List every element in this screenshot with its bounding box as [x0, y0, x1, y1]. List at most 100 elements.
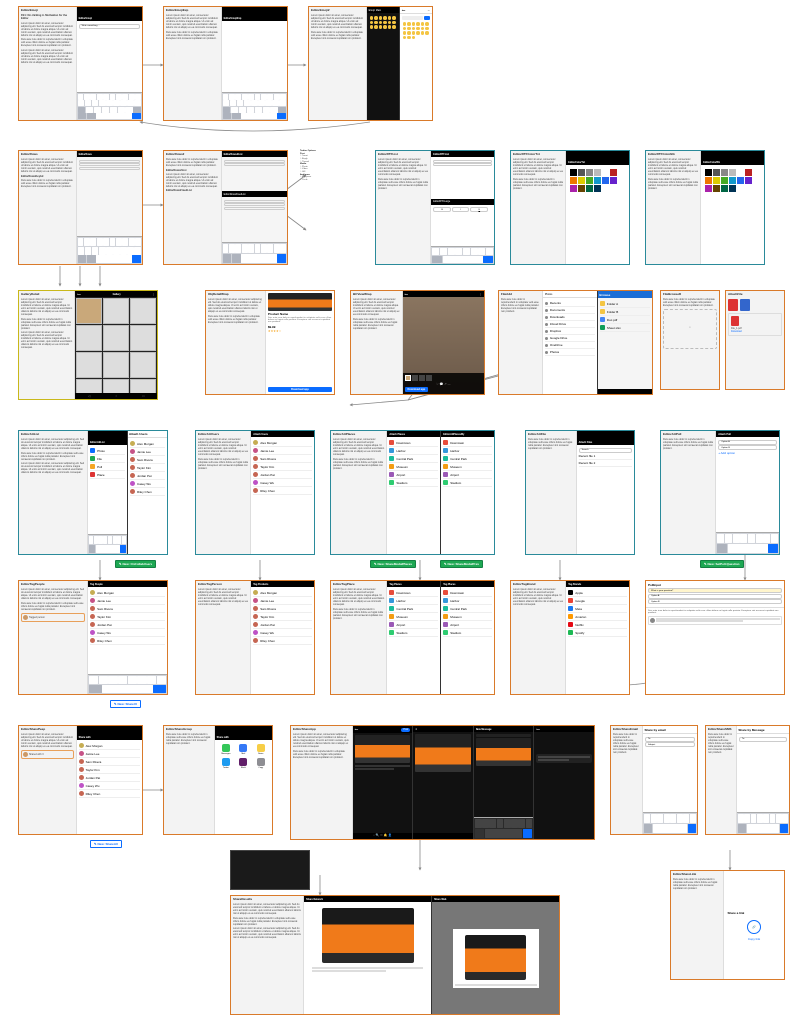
node-editor-att-poll[interactable]: EditorAttPoll Duis aute irure dolor in r… — [660, 430, 780, 555]
place-list[interactable]: DowntownHarborCentral ParkMuseumAirportS… — [387, 437, 440, 554]
list-item[interactable]: Downtown — [389, 589, 438, 597]
swatch[interactable] — [578, 185, 585, 192]
list-item[interactable]: Jamie Lee — [130, 448, 165, 456]
swatch[interactable] — [586, 169, 593, 176]
user-list[interactable]: Alex MorganJamie LeeSam RiveraTaylor Kim… — [128, 438, 167, 554]
share-app[interactable]: Notes — [254, 744, 268, 755]
download-button[interactable]: Download app — [268, 387, 332, 392]
node-editor-tag-people[interactable]: EditorTagPeople Lorem ipsum dolor sit am… — [18, 580, 168, 695]
swatch[interactable] — [729, 177, 736, 184]
list-item[interactable]: Riley Chen — [253, 637, 312, 645]
list-item[interactable]: Central Park — [389, 455, 438, 463]
place-list[interactable]: DowntownHarborCentral ParkMuseumAirportS… — [441, 437, 494, 554]
poll-option[interactable]: Option A — [718, 440, 777, 445]
node-share-results[interactable]: ShareResults Lorem ipsum dolor sit amet,… — [230, 895, 560, 1015]
node-share-app[interactable]: EditorShareApp Lorem ipsum dolor sit ame… — [290, 725, 595, 840]
brand-list[interactable]: AppleGoogleMetaAmazonNetflixSpotify — [566, 587, 629, 694]
node-share-peep[interactable]: EditorSharePeep Lorem ipsum dolor sit am… — [18, 725, 143, 835]
share-app[interactable]: Copy — [254, 758, 268, 769]
swatch[interactable] — [713, 169, 720, 176]
node-editor-emoji[interactable]: EditorEmoji FE1: On clicking A. Motivati… — [18, 6, 143, 121]
list-item[interactable]: Netflix — [568, 621, 627, 629]
list-item[interactable]: Casey Wu — [253, 479, 312, 487]
gallery-grid[interactable] — [75, 297, 157, 393]
list-item[interactable]: Stadium — [443, 629, 492, 637]
list-item[interactable]: Google — [568, 597, 627, 605]
node-editor-att-file[interactable]: EditorAttFile Duis aute irure dolor in r… — [525, 430, 635, 555]
user-list[interactable]: Alex MorganJamie LeeSam RiveraTaylor Kim… — [251, 437, 314, 554]
keyboard[interactable] — [222, 242, 287, 264]
list-item[interactable]: Documents — [545, 307, 595, 314]
list-item[interactable]: Airport — [389, 471, 438, 479]
list-item[interactable]: Sam Rivera — [253, 455, 312, 463]
list-item[interactable]: Jordan Pat — [130, 472, 165, 480]
node-editor-emoji-2[interactable]: EditorEmoji2 Lorem ipsum dolor sit amet,… — [308, 6, 433, 121]
option-item[interactable]: ○ Circle — [300, 179, 360, 182]
keyboard[interactable] — [222, 92, 287, 120]
swatch[interactable] — [610, 169, 617, 176]
node-editor-att-list[interactable]: EditorAttList Lorem ipsum dolor sit amet… — [18, 430, 168, 555]
android-nav[interactable]: ◁○□ — [75, 393, 157, 399]
att-options[interactable]: Photo File Poll Place — [88, 445, 127, 534]
list-item[interactable]: Alex Morgan — [253, 589, 312, 597]
poll-option[interactable]: Option B — [718, 445, 777, 450]
chip[interactable]: Shared with 3 — [21, 750, 74, 759]
swatch[interactable] — [570, 185, 577, 192]
dropzone[interactable]: ⬆ — [663, 309, 717, 349]
swatch[interactable] — [745, 169, 752, 176]
list-item[interactable]: Downtown — [443, 589, 492, 597]
tag-new-prev[interactable]: New: ShareModalPrev — [440, 560, 483, 568]
list-item[interactable]: Taylor Kim — [253, 463, 312, 471]
node-share-link[interactable]: EditorShareLink Duis aute irure dolor in… — [670, 870, 785, 980]
list-item[interactable]: Sam Rivera — [79, 758, 140, 766]
list-item[interactable]: Jamie Lee — [79, 750, 140, 758]
list-item[interactable]: Downloads — [545, 314, 595, 321]
keyboard[interactable] — [77, 236, 142, 264]
swatch[interactable] — [610, 177, 617, 184]
list-item[interactable]: Sam Rivera — [130, 456, 165, 464]
poll-option[interactable]: Option A — [648, 594, 782, 599]
color-swatches[interactable] — [568, 167, 627, 194]
node-editor-rtf-list[interactable]: EditorRTFList Lorem ipsum dolor sit amet… — [375, 150, 495, 265]
list-item[interactable]: Casey Wu — [130, 480, 165, 488]
swatch[interactable] — [721, 185, 728, 192]
list-item[interactable]: Alex Morgan — [79, 742, 140, 750]
list-item[interactable]: Alex Morgan — [90, 589, 165, 597]
att-item[interactable]: Place — [90, 471, 125, 479]
keyboard[interactable] — [737, 812, 789, 834]
list-item[interactable]: iCloud Drive — [545, 321, 595, 328]
swatch[interactable] — [721, 177, 728, 184]
add-option[interactable]: + Add option — [718, 451, 777, 455]
list-item[interactable]: OneDrive — [545, 342, 595, 349]
node-editor-rows[interactable]: EditorRows Lorem ipsum dolor sit amet, c… — [18, 150, 143, 265]
tag-new-share-ui[interactable]: New: ShareUI — [110, 700, 141, 708]
swatch[interactable] — [737, 169, 744, 176]
list-item[interactable]: Riley Chen — [90, 637, 165, 645]
text-input[interactable]: Write something… — [79, 24, 140, 29]
keyboard[interactable] — [77, 92, 142, 120]
list-item[interactable]: Airport — [443, 471, 492, 479]
user-list[interactable]: Alex MorganJamie LeeSam RiveraTaylor Kim… — [88, 587, 167, 674]
tag-new-poll-q[interactable]: New: SetPoll.Question — [700, 560, 744, 568]
list-item[interactable]: Alex Morgan — [253, 439, 312, 447]
share-app[interactable]: Slack — [236, 758, 250, 769]
node-editor-emoji-exp[interactable]: EditorEmojiExp Lorem ipsum dolor sit ame… — [163, 6, 288, 121]
swatch[interactable] — [713, 185, 720, 192]
list-item[interactable]: Airport — [443, 621, 492, 629]
list-item[interactable]: Harbor — [443, 597, 492, 605]
list-item[interactable]: Jamie Lee — [253, 597, 312, 605]
swatch[interactable] — [729, 169, 736, 176]
att-item[interactable]: Photo — [90, 447, 125, 455]
swatch[interactable] — [570, 177, 577, 184]
swatch[interactable] — [578, 169, 585, 176]
list-item[interactable]: Airport — [389, 621, 438, 629]
list-item[interactable]: Taylor Kim — [130, 464, 165, 472]
color-swatches[interactable] — [703, 167, 762, 194]
row-input[interactable] — [79, 167, 140, 170]
swatch[interactable] — [721, 169, 728, 176]
list-item[interactable]: Museum — [389, 613, 438, 621]
list-item[interactable]: Central Park — [443, 605, 492, 613]
node-gallery-detail[interactable]: GalleryDetail Lorem ipsum dolor sit amet… — [18, 290, 158, 400]
node-obj-detail[interactable]: ObjDetailWrap Lorem ipsum dolor sit amet… — [205, 290, 335, 395]
tag-new-share-all[interactable]: New: ShareAll — [90, 840, 122, 848]
